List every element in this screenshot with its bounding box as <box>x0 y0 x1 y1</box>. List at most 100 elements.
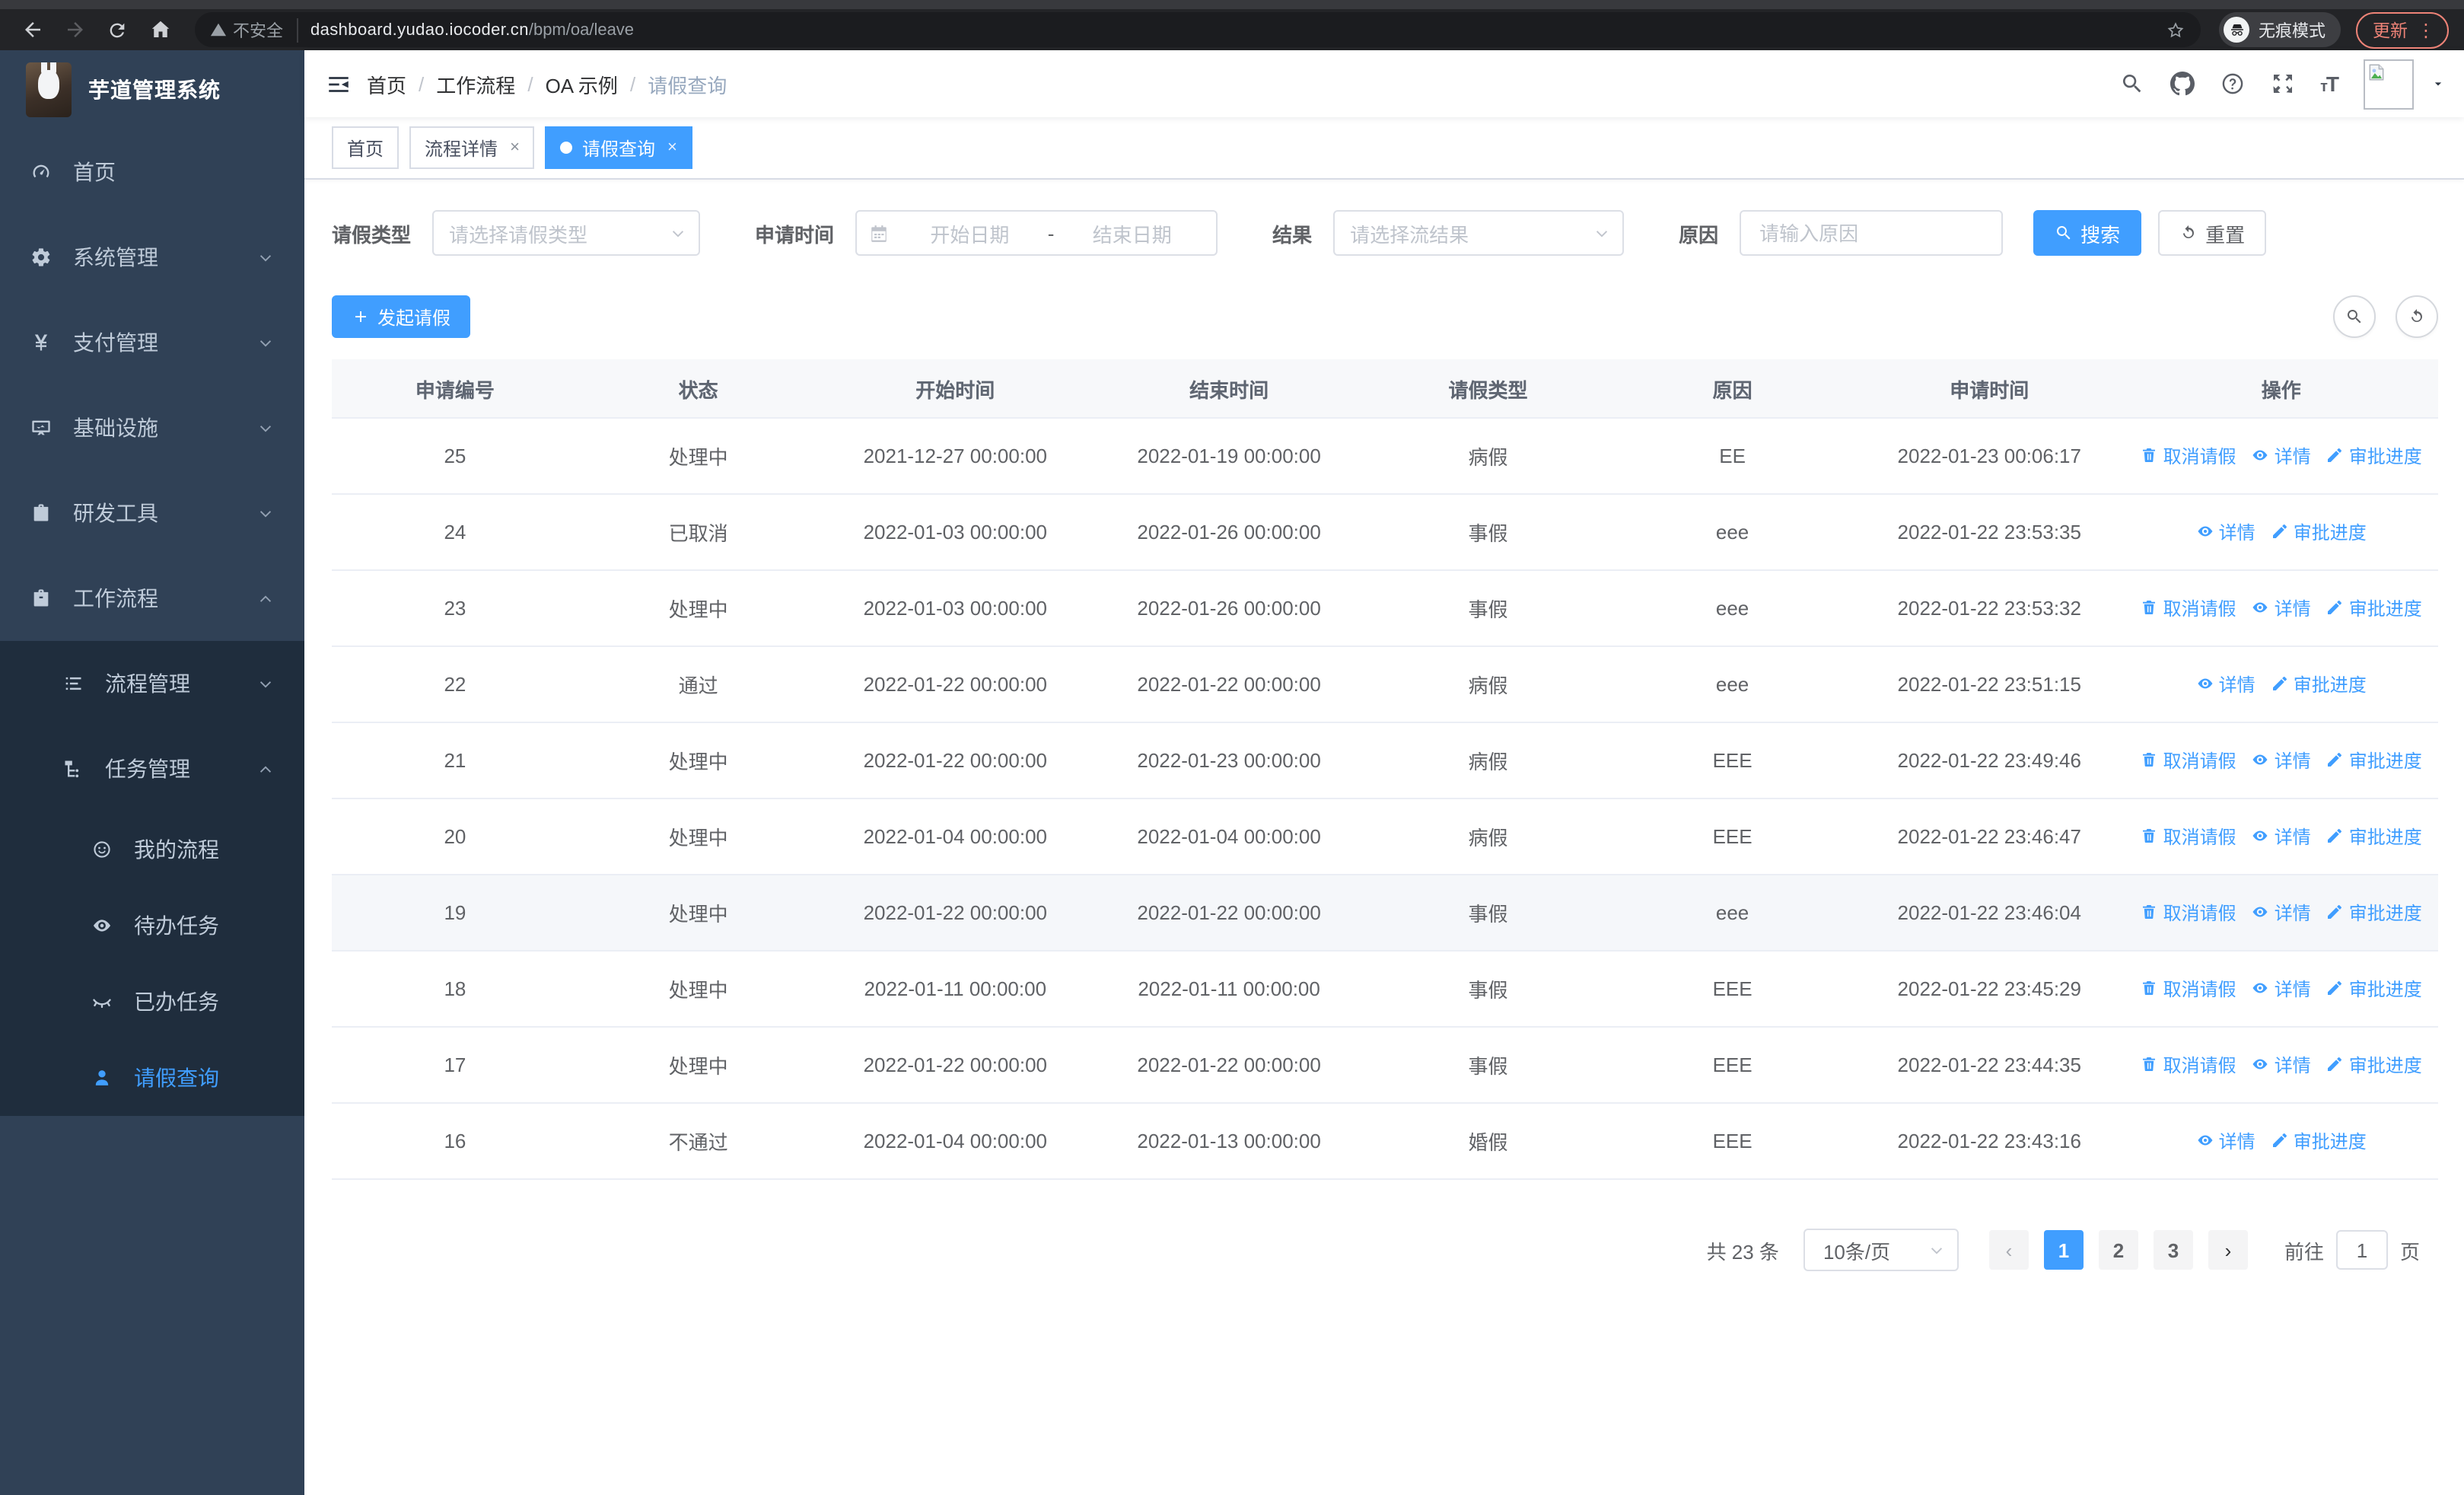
cancel-leave-link[interactable]: 取消请假 <box>2141 976 2236 1002</box>
sidebar-item-infra[interactable]: 基础设施 <box>0 385 304 470</box>
goto-page-input[interactable] <box>2335 1230 2388 1270</box>
leave-type-select[interactable]: 请选择请假类型 <box>432 210 701 256</box>
detail-link[interactable]: 详情 <box>2196 1128 2255 1154</box>
tab-leave-query[interactable]: 请假查询 × <box>545 126 692 169</box>
tab-label: 首页 <box>347 138 384 159</box>
cell-status: 处理中 <box>578 1027 819 1104</box>
sidebar-item-system[interactable]: 系统管理 <box>0 215 304 300</box>
sidebar-item-workflow[interactable]: 工作流程 <box>0 556 304 641</box>
cancel-leave-link[interactable]: 取消请假 <box>2141 900 2236 926</box>
search-icon[interactable] <box>2119 72 2144 96</box>
progress-link[interactable]: 审批进度 <box>2271 671 2367 697</box>
tab-process-detail[interactable]: 流程详情 × <box>409 126 535 169</box>
cell-actions: 取消请假 详情 审批进度 <box>2124 799 2438 875</box>
detail-link[interactable]: 详情 <box>2196 671 2255 697</box>
cancel-leave-link[interactable]: 取消请假 <box>2141 824 2236 850</box>
security-warning[interactable]: 不安全 <box>210 18 298 42</box>
cancel-leave-link[interactable]: 取消请假 <box>2141 748 2236 773</box>
progress-link[interactable]: 审批进度 <box>2326 443 2422 469</box>
cell-id: 22 <box>332 646 578 723</box>
progress-link[interactable]: 审批进度 <box>2326 900 2422 926</box>
chevron-down-icon <box>257 419 274 436</box>
cell-end: 2022-01-22 00:00:00 <box>1092 646 1366 723</box>
detail-link[interactable]: 详情 <box>2252 443 2311 469</box>
cell-start: 2022-01-11 00:00:00 <box>818 951 1093 1028</box>
sidebar-item-process-mgmt[interactable]: 流程管理 <box>0 641 304 726</box>
eye-icon <box>2252 980 2270 998</box>
help-icon[interactable] <box>2220 72 2244 96</box>
breadcrumb-item[interactable]: 工作流程 <box>436 69 515 98</box>
trash-icon <box>2141 1056 2159 1074</box>
progress-link[interactable]: 审批进度 <box>2326 748 2422 773</box>
url-bar[interactable]: 不安全 dashboard.yudao.iocoder.cn/bpm/oa/le… <box>195 12 2201 47</box>
prev-page-button[interactable]: ‹ <box>1988 1230 2029 1270</box>
search-button[interactable]: 搜索 <box>2033 210 2142 256</box>
plus-icon <box>352 308 370 326</box>
sidebar-item-leave-query[interactable]: 请假查询 <box>0 1040 304 1116</box>
sidebar-item-todo-tasks[interactable]: 待办任务 <box>0 888 304 964</box>
sidebar-item-devtools[interactable]: 研发工具 <box>0 470 304 556</box>
apply-time-range-picker[interactable]: 开始日期 - 结束日期 <box>855 210 1218 256</box>
cancel-leave-link[interactable]: 取消请假 <box>2141 1052 2236 1078</box>
breadcrumb-item[interactable]: 首页 <box>367 69 406 98</box>
refresh-table-icon[interactable] <box>2396 295 2438 338</box>
sidebar-item-home[interactable]: 首页 <box>0 129 304 215</box>
detail-link[interactable]: 详情 <box>2252 824 2311 850</box>
reason-input[interactable] <box>1756 220 2002 246</box>
bookmark-star-icon[interactable] <box>2166 20 2185 40</box>
cell-start: 2022-01-03 00:00:00 <box>818 570 1093 647</box>
sidebar-item-task-mgmt[interactable]: 任务管理 <box>0 726 304 811</box>
app-logo[interactable]: 芋道管理系统 <box>0 50 304 129</box>
next-page-button[interactable]: › <box>2208 1230 2248 1270</box>
detail-link[interactable]: 详情 <box>2252 900 2311 926</box>
reset-button[interactable]: 重置 <box>2158 210 2267 256</box>
progress-link[interactable]: 审批进度 <box>2326 1052 2422 1078</box>
update-button[interactable]: 更新 ⋮ <box>2356 11 2449 48</box>
cell-start: 2022-01-22 00:00:00 <box>818 646 1093 723</box>
page-button-2[interactable]: 2 <box>2098 1230 2138 1270</box>
window-frame <box>0 0 2464 9</box>
sidebar-item-label: 研发工具 <box>73 501 158 525</box>
fullscreen-icon[interactable] <box>2270 72 2294 96</box>
result-select[interactable]: 请选择流结果 <box>1333 210 1625 256</box>
sidebar-item-payment[interactable]: 支付管理 <box>0 300 304 385</box>
progress-link[interactable]: 审批进度 <box>2326 824 2422 850</box>
close-icon[interactable]: × <box>667 139 677 157</box>
cell-status: 处理中 <box>578 875 819 952</box>
sidebar-item-my-process[interactable]: 我的流程 <box>0 811 304 888</box>
page-button-3[interactable]: 3 <box>2153 1230 2193 1270</box>
progress-link[interactable]: 审批进度 <box>2326 595 2422 621</box>
trash-icon <box>2141 904 2159 922</box>
cell-type: 事假 <box>1366 951 1611 1028</box>
detail-link[interactable]: 详情 <box>2252 1052 2311 1078</box>
browser-menu-icon[interactable]: ⋮ <box>2417 19 2435 40</box>
screen: 不安全 dashboard.yudao.iocoder.cn/bpm/oa/le… <box>0 0 2464 1495</box>
github-icon[interactable] <box>2170 72 2195 96</box>
reload-icon[interactable] <box>100 13 134 46</box>
close-icon[interactable]: × <box>510 139 520 157</box>
cell-type: 病假 <box>1366 722 1611 799</box>
progress-link[interactable]: 审批进度 <box>2271 519 2367 545</box>
home-icon[interactable] <box>143 13 177 46</box>
detail-link[interactable]: 详情 <box>2252 748 2311 773</box>
avatar[interactable] <box>2364 59 2414 109</box>
progress-link[interactable]: 审批进度 <box>2271 1128 2367 1154</box>
progress-link[interactable]: 审批进度 <box>2326 976 2422 1002</box>
cancel-leave-link[interactable]: 取消请假 <box>2141 595 2236 621</box>
detail-link[interactable]: 详情 <box>2252 595 2311 621</box>
tab-home[interactable]: 首页 <box>332 126 400 169</box>
back-icon[interactable] <box>15 13 49 46</box>
detail-link[interactable]: 详情 <box>2252 976 2311 1002</box>
page-button-1[interactable]: 1 <box>2043 1230 2084 1270</box>
font-size-icon[interactable]: тT <box>2320 72 2339 96</box>
create-leave-button[interactable]: 发起请假 <box>332 295 471 338</box>
page-size-select[interactable]: 10条/页 <box>1803 1229 1959 1271</box>
sidebar-item-done-tasks[interactable]: 已办任务 <box>0 964 304 1040</box>
breadcrumb-item[interactable]: OA 示例 <box>546 69 618 98</box>
sidebar-fold-icon[interactable] <box>304 71 367 97</box>
caret-down-icon[interactable] <box>2431 76 2446 91</box>
detail-link[interactable]: 详情 <box>2196 519 2255 545</box>
toggle-search-icon[interactable] <box>2333 295 2376 338</box>
forward-icon[interactable] <box>58 13 91 46</box>
cancel-leave-link[interactable]: 取消请假 <box>2141 443 2236 469</box>
